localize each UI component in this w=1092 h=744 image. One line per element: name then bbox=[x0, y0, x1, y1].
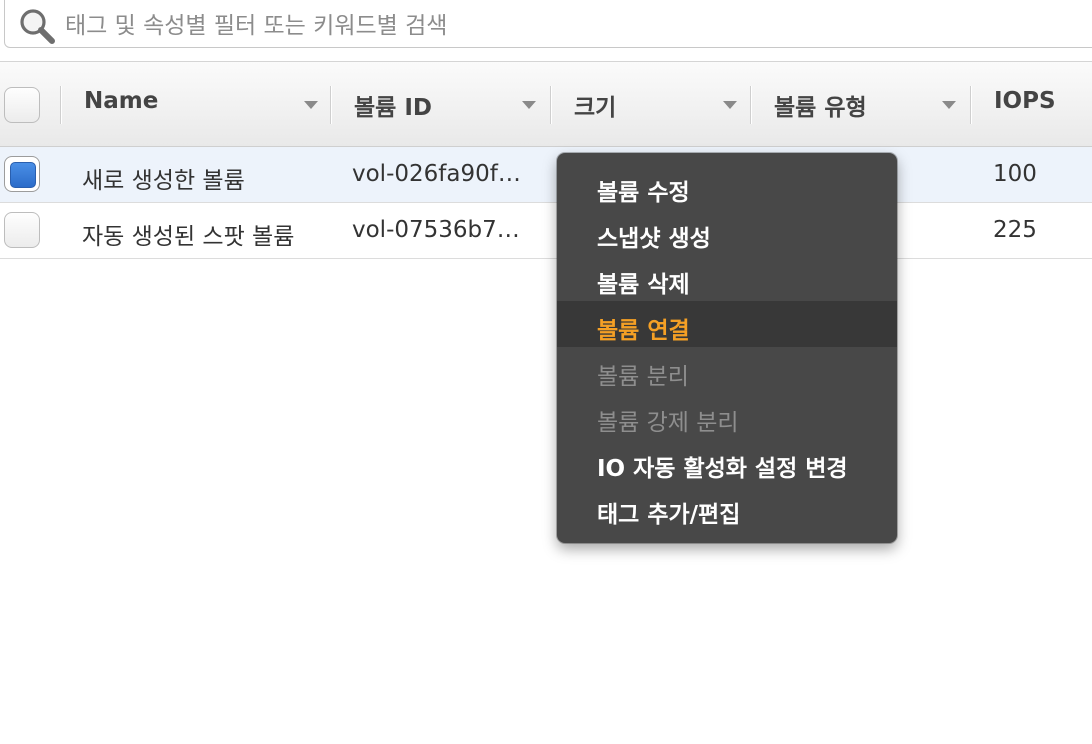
menu-item-attach-volume[interactable]: 볼륨 연결 bbox=[557, 301, 897, 347]
sort-arrow-icon[interactable] bbox=[304, 101, 318, 109]
column-header-volume-id[interactable]: 볼륨 ID bbox=[354, 62, 544, 146]
column-divider[interactable] bbox=[330, 86, 332, 124]
column-divider[interactable] bbox=[750, 86, 752, 124]
table-header: Name 볼륨 ID 크기 볼륨 유형 IOPS bbox=[0, 61, 1092, 147]
select-all-checkbox[interactable] bbox=[4, 87, 40, 123]
volume-name: 자동 생성된 스팟 볼륨 bbox=[82, 224, 295, 250]
volume-id: vol-07536b7… bbox=[352, 217, 520, 243]
search-placeholder: 태그 및 속성별 필터 또는 키워드별 검색 bbox=[65, 13, 448, 39]
menu-item-label: 볼륨 연결 bbox=[597, 318, 690, 344]
menu-item-force-detach-volume: 볼륨 강제 분리 bbox=[557, 393, 897, 439]
menu-item-modify-volume[interactable]: 볼륨 수정 bbox=[557, 163, 897, 209]
volumes-view: 태그 및 속성별 필터 또는 키워드별 검색 Name 볼륨 ID 크기 볼륨 … bbox=[0, 0, 1092, 744]
menu-item-change-auto-enable-io[interactable]: IO 자동 활성화 설정 변경 bbox=[557, 439, 897, 485]
column-header-label: 크기 bbox=[574, 95, 617, 121]
row-checkbox[interactable] bbox=[4, 212, 40, 248]
table-row[interactable]: 새로 생성한 볼륨 vol-026fa90f… 100 bbox=[0, 147, 1092, 203]
menu-item-add-edit-tags[interactable]: 태그 추가/편집 bbox=[557, 485, 897, 531]
column-header-label: IOPS bbox=[994, 88, 1056, 114]
menu-item-label: 볼륨 삭제 bbox=[597, 272, 690, 298]
table-row[interactable]: 자동 생성된 스팟 볼륨 vol-07536b7… 225 bbox=[0, 203, 1092, 259]
column-divider[interactable] bbox=[970, 86, 972, 124]
sort-arrow-icon[interactable] bbox=[723, 101, 737, 109]
column-divider[interactable] bbox=[60, 86, 62, 124]
column-header-volume-type[interactable]: 볼륨 유형 bbox=[774, 62, 964, 146]
volume-actions-context-menu: 볼륨 수정 스냅샷 생성 볼륨 삭제 볼륨 연결 볼륨 분리 볼륨 강제 분리 … bbox=[557, 153, 897, 543]
menu-item-label: 스냅샷 생성 bbox=[597, 226, 711, 252]
menu-item-label: IO 자동 활성화 설정 변경 bbox=[597, 456, 848, 482]
column-header-label: Name bbox=[84, 88, 159, 114]
column-header-label: 볼륨 ID bbox=[354, 95, 432, 121]
column-header-label: 볼륨 유형 bbox=[774, 95, 867, 121]
column-divider[interactable] bbox=[550, 86, 552, 124]
column-header-iops[interactable]: IOPS bbox=[994, 62, 1084, 146]
menu-item-delete-volume[interactable]: 볼륨 삭제 bbox=[557, 255, 897, 301]
menu-item-label: 볼륨 강제 분리 bbox=[597, 410, 739, 436]
search-input[interactable]: 태그 및 속성별 필터 또는 키워드별 검색 bbox=[4, 0, 1092, 48]
menu-item-detach-volume: 볼륨 분리 bbox=[557, 347, 897, 393]
search-icon bbox=[20, 9, 55, 44]
volume-id: vol-026fa90f… bbox=[352, 161, 521, 187]
column-header-name[interactable]: Name bbox=[84, 62, 324, 146]
volume-name: 새로 생성한 볼륨 bbox=[82, 168, 245, 194]
row-checkbox[interactable] bbox=[4, 156, 40, 192]
menu-item-label: 볼륨 분리 bbox=[597, 364, 689, 390]
volume-iops: 225 bbox=[993, 217, 1037, 243]
sort-arrow-icon[interactable] bbox=[942, 101, 956, 109]
menu-item-create-snapshot[interactable]: 스냅샷 생성 bbox=[557, 209, 897, 255]
menu-item-label: 볼륨 수정 bbox=[597, 180, 690, 206]
menu-item-label: 태그 추가/편집 bbox=[597, 502, 741, 528]
volume-iops: 100 bbox=[993, 161, 1037, 187]
column-header-size[interactable]: 크기 bbox=[574, 62, 744, 146]
sort-arrow-icon[interactable] bbox=[522, 101, 536, 109]
